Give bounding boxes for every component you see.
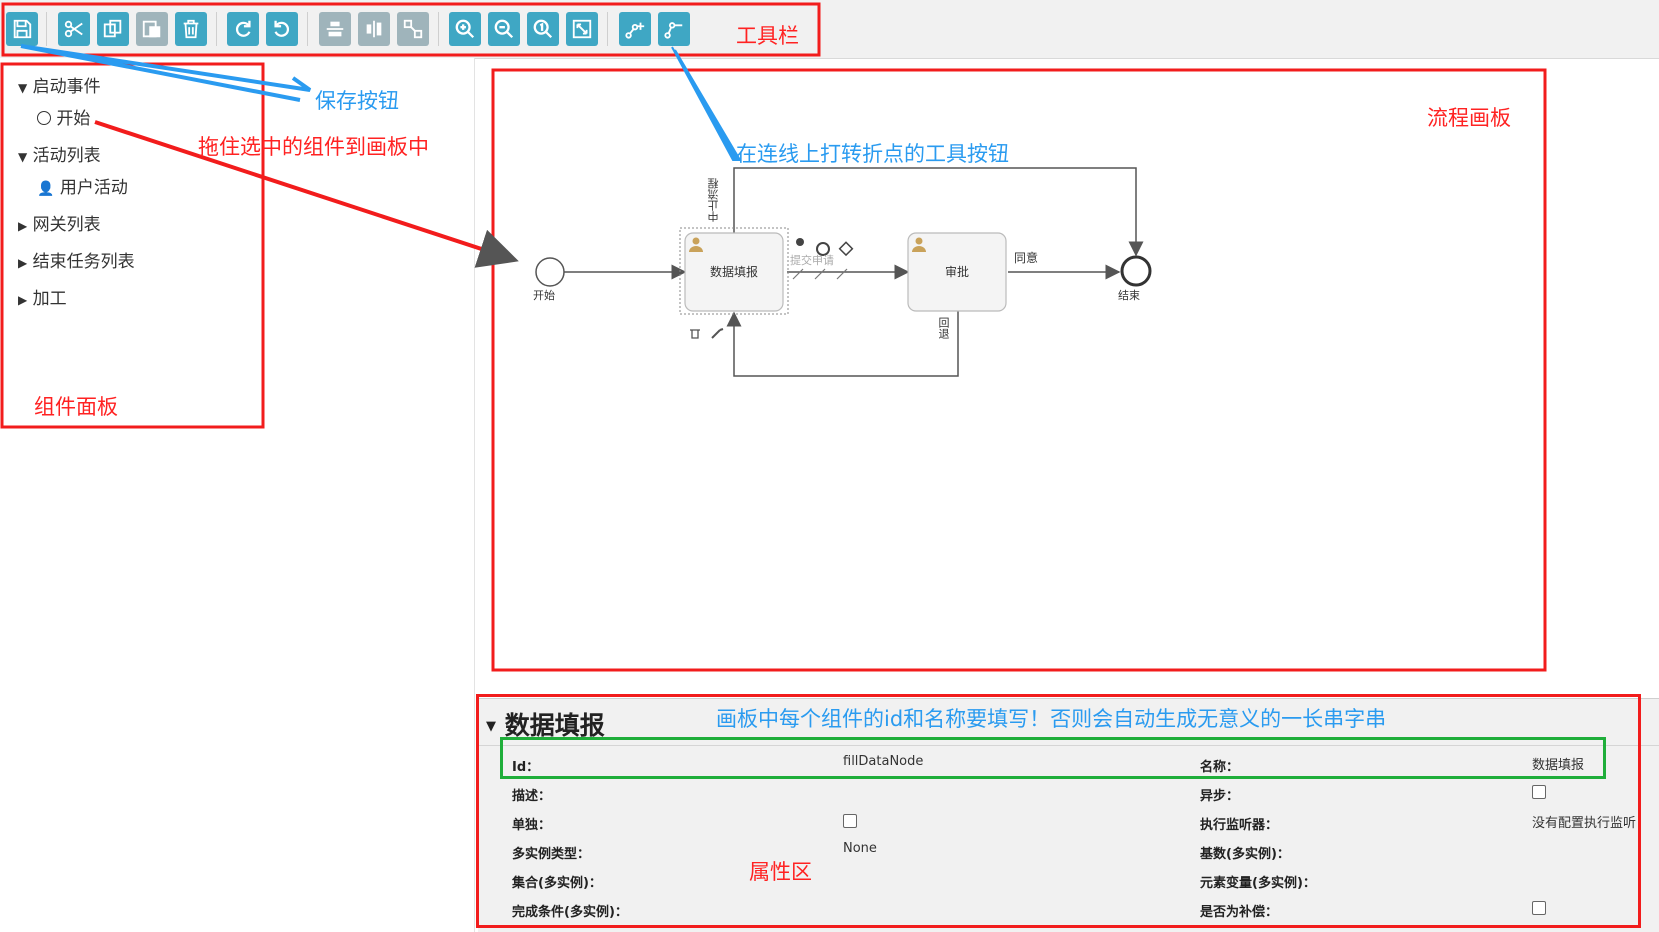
palette-highlight [0,62,265,429]
toolbar-annotation: 工具栏 [736,24,799,48]
task-fill-data-label: 数据填报 [709,265,758,279]
canvas-annotation: 流程画板 [1427,106,1511,130]
flow-back-label: 回退 [937,317,950,339]
palette-annotation: 组件面板 [34,395,118,419]
id-name-highlight [500,737,1606,779]
end-event[interactable] [1120,255,1152,287]
task-approve-label: 审批 [944,265,969,279]
bendpoint-pointer-arrow [671,46,742,161]
flow-back[interactable] [726,310,959,377]
id-hint-annotation: 画板中每个组件的id和名称要填写！否则会自动生成无意义的一长串字串 [716,707,1387,731]
connect-icon[interactable] [792,268,848,280]
start-event-label: 开始 [533,289,555,302]
wrench-icon[interactable] [711,328,724,339]
user-icon[interactable] [796,238,804,246]
gateway-icon[interactable] [838,241,854,257]
flow-agree-label: 同意 [1014,251,1039,265]
canvas-highlight [491,68,1547,672]
save-button-annotation: 保存按钮 [315,89,399,113]
toolbar-highlight [1,2,821,57]
start-event[interactable] [535,257,565,287]
properties-annotation: 属性区 [749,860,812,884]
end-event-label: 结束 [1118,289,1140,302]
drag-hint-annotation: 拖住选中的组件到画板中 [198,135,429,159]
trash-icon[interactable] [690,329,700,339]
flow-submit-label: 提交申请 [790,254,834,267]
bendpoint-tool-annotation: 在连线上打转折点的工具按钮 [736,142,1009,166]
flow-terminate-label: 中止流程 [707,178,720,222]
